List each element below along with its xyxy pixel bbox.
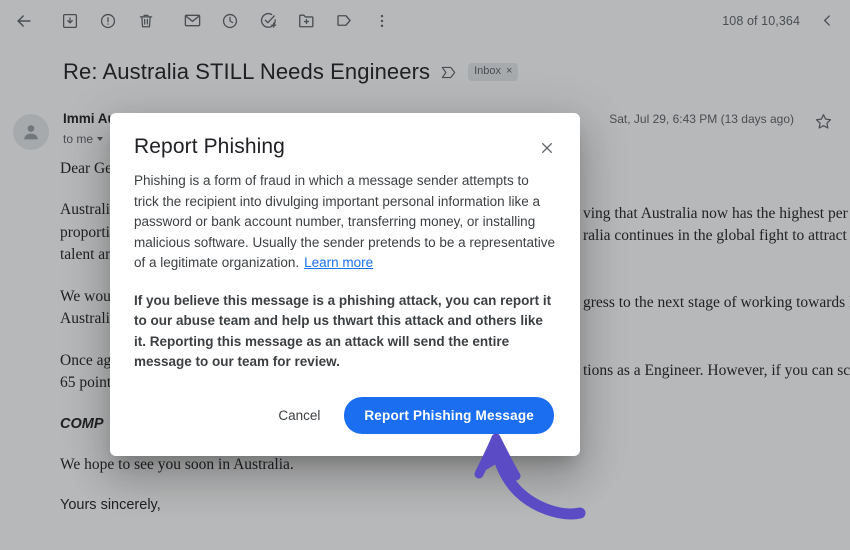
dialog-actions: Cancel Report Phishing Message [110, 373, 580, 456]
learn-more-link[interactable]: Learn more [304, 255, 373, 270]
dialog-header: Report Phishing [110, 113, 580, 159]
report-phishing-dialog: Report Phishing Phishing is a form of fr… [110, 113, 580, 456]
dialog-paragraph-1: Phishing is a form of fraud in which a m… [134, 171, 556, 274]
close-x-icon[interactable] [536, 137, 558, 159]
dialog-body: Phishing is a form of fraud in which a m… [110, 159, 580, 373]
cancel-button[interactable]: Cancel [272, 400, 326, 431]
report-phishing-message-button[interactable]: Report Phishing Message [344, 396, 554, 434]
dialog-paragraph-2: If you believe this message is a phishin… [134, 292, 552, 370]
dialog-title: Report Phishing [134, 135, 285, 158]
